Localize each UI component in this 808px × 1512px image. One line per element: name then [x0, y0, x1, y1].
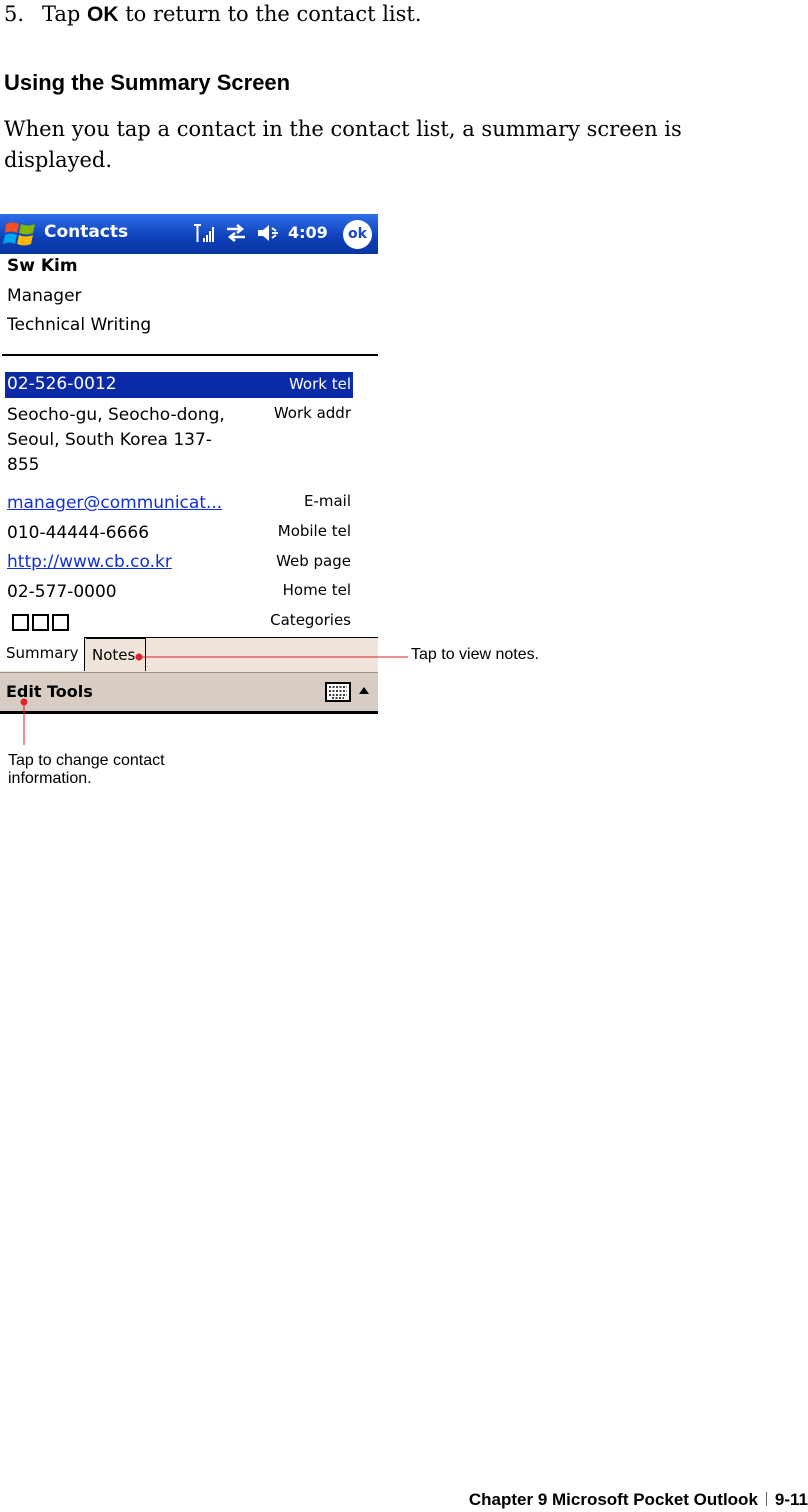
work-tel-label: Work tel — [288, 375, 351, 393]
email-label: E-mail — [303, 492, 351, 510]
contact-department: Technical Writing — [7, 315, 152, 335]
step-ok-keyword: OK — [87, 3, 119, 26]
tab-summary[interactable]: Summary — [0, 637, 85, 671]
categories-value[interactable] — [12, 614, 72, 636]
ok-button[interactable]: ok — [343, 220, 372, 249]
step-prefix: Tap — [42, 2, 88, 26]
menu-bar: Edit Tools — [0, 672, 378, 713]
sync-icon[interactable] — [224, 222, 248, 244]
work-addr-line-1[interactable]: Seocho-gu, Seocho-dong, — [7, 403, 225, 428]
clock-time[interactable]: 4:09 — [288, 223, 328, 242]
mobile-tel-value[interactable]: 010-44444-6666 — [7, 521, 149, 546]
input-panel-arrow-icon[interactable] — [358, 685, 370, 695]
keyboard-icon[interactable] — [325, 682, 351, 702]
category-box — [12, 614, 29, 631]
field-row-work-tel[interactable]: 02-526-0012 Work tel — [5, 372, 353, 398]
windows-start-icon[interactable] — [3, 218, 39, 250]
signal-icon[interactable] — [192, 222, 216, 244]
home-tel-value[interactable]: 02-577-0000 — [7, 580, 117, 605]
header-divider — [2, 354, 378, 356]
section-heading: Using the Summary Screen — [4, 70, 291, 95]
category-box — [32, 614, 49, 631]
step-number: 5. — [4, 2, 25, 26]
work-tel-value: 02-526-0012 — [7, 374, 117, 394]
footer-separator — [765, 1492, 767, 1506]
web-page-link[interactable]: http://www.cb.co.kr — [7, 550, 172, 575]
page-footer: Chapter 9 Microsoft Pocket Outlook 9-11 — [469, 1490, 808, 1510]
categories-label: Categories — [270, 611, 351, 629]
work-addr-label: Work addr — [273, 404, 351, 422]
screen-bottom-edge — [0, 711, 378, 714]
menu-edit[interactable]: Edit — [6, 682, 42, 701]
footer-chapter: Chapter 9 Microsoft Pocket Outlook — [468, 1490, 758, 1509]
intro-paragraph: When you tap a contact in the contact li… — [4, 117, 682, 172]
title-bar: Contacts 4:09 ok — [0, 214, 378, 254]
contact-job-title: Manager — [7, 286, 82, 306]
tab-bar: Summary Notes — [0, 637, 378, 672]
menu-tools[interactable]: Tools — [47, 682, 93, 701]
footer-page-number: 9-11 — [774, 1490, 808, 1509]
callout-view-notes: Tap to view notes. — [411, 646, 540, 663]
callout-change-contact: Tap to change contact information. — [8, 752, 165, 787]
contact-name: Sw Kim — [7, 256, 78, 276]
home-tel-label: Home tel — [282, 581, 351, 599]
work-addr-line-3[interactable]: 855 — [7, 453, 39, 478]
email-link[interactable]: manager@communicat... — [7, 491, 222, 516]
web-page-label: Web page — [276, 552, 351, 570]
step-suffix: to return to the contact list. — [118, 2, 422, 26]
pocket-pc-screenshot: Contacts 4:09 ok Sw Kim Manager Technica… — [0, 214, 378, 714]
tab-notes[interactable]: Notes — [86, 638, 146, 671]
work-addr-line-2[interactable]: Seoul, South Korea 137- — [7, 428, 212, 453]
step-5: 5. Tap OK to return to the contact list. — [4, 0, 422, 29]
speaker-icon[interactable] — [256, 222, 282, 244]
mobile-tel-label: Mobile tel — [277, 522, 351, 540]
app-title: Contacts — [44, 222, 129, 242]
category-box — [52, 614, 69, 631]
